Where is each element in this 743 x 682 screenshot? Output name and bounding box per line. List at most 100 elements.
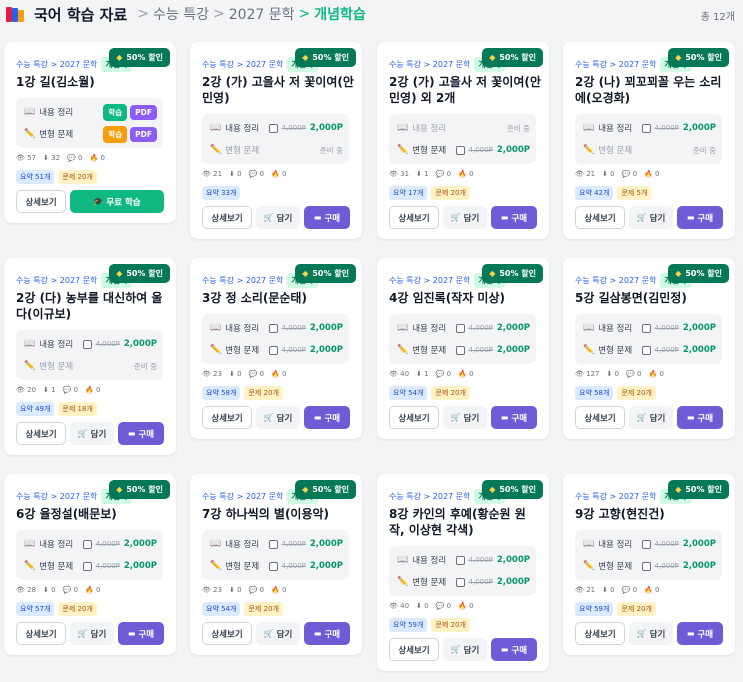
card-title[interactable]: 2강 (나) 꾀꼬꾀꼴 우는 소리에(오경화) xyxy=(575,74,727,106)
summary-option[interactable]: 📖 내용 정리 4,000P 2,000P xyxy=(575,118,722,138)
material-card[interactable]: 수능 특강 > 2027 문학개념학◆50% 할인1강 길(김소월)📖내용 정리… xyxy=(4,42,176,223)
summary-checkbox[interactable] xyxy=(455,555,465,565)
buy-button[interactable]: ▬ 구매 xyxy=(118,422,164,445)
card-title[interactable]: 3강 정 소리(문순태) xyxy=(202,290,354,306)
add-to-cart-button[interactable]: 🛒 담기 xyxy=(629,622,673,645)
add-to-cart-button[interactable]: 🛒 담기 xyxy=(443,406,487,429)
summary-checkbox[interactable] xyxy=(641,123,651,133)
buy-button[interactable]: ▬ 구매 xyxy=(304,406,350,429)
material-card[interactable]: 수능 특강 > 2027 문학개념학◆50% 할인8강 카인의 후예(황순원 원… xyxy=(377,474,549,671)
card-title[interactable]: 1강 길(김소월) xyxy=(16,74,168,90)
variant-checkbox[interactable] xyxy=(82,561,92,571)
summary-checkbox[interactable] xyxy=(82,339,92,349)
detail-button[interactable]: 상세보기 xyxy=(202,206,252,229)
card-title[interactable]: 9강 고향(현진건) xyxy=(575,506,727,522)
variant-option[interactable]: ✏️ 변형 문제 준비 중 xyxy=(202,140,349,160)
card-title[interactable]: 2강 (가) 고을사 저 꽃이여(안민영) xyxy=(202,74,354,106)
variant-checkbox[interactable] xyxy=(455,145,465,155)
variant-option[interactable]: ✏️ 변형 문제 준비 중 xyxy=(16,356,163,376)
summary-option[interactable]: 📖 내용 정리 4,000P 2,000P xyxy=(575,318,722,338)
card-title[interactable]: 2강 (가) 고을사 저 꽃이여(안민영) 외 2개 xyxy=(389,74,541,106)
breadcrumb-literature[interactable]: 2027 문학 xyxy=(229,4,295,24)
variant-checkbox[interactable] xyxy=(455,345,465,355)
summary-option[interactable]: 📖 내용 정리 4,000P 2,000P xyxy=(389,318,536,338)
card-title[interactable]: 7강 하나씩의 별(이용악) xyxy=(202,506,354,522)
summary-option[interactable]: 📖 내용 정리 4,000P 2,000P xyxy=(389,550,536,570)
summary-option[interactable]: 📖 내용 정리 4,000P 2,000P xyxy=(202,318,349,338)
learn-pill[interactable]: 학습 xyxy=(103,103,128,121)
detail-button[interactable]: 상세보기 xyxy=(16,422,66,445)
summary-option[interactable]: 📖 내용 정리 4,000P 2,000P xyxy=(202,534,349,554)
material-card[interactable]: 수능 특강 > 2027 문학개념학◆50% 할인5강 길삼봉면(김민정)📖내용… xyxy=(563,258,735,439)
detail-button[interactable]: 상세보기 xyxy=(575,406,625,429)
summary-checkbox[interactable] xyxy=(268,323,278,333)
summary-checkbox[interactable] xyxy=(268,539,278,549)
material-card[interactable]: 수능 특강 > 2027 문학개념학◆50% 할인7강 하나씩의 별(이용악)📖… xyxy=(190,474,362,655)
add-to-cart-button[interactable]: 🛒 담기 xyxy=(629,406,673,429)
variant-option[interactable]: ✏️ 변형 문제 4,000P 2,000P xyxy=(575,556,722,576)
add-to-cart-button[interactable]: 🛒 담기 xyxy=(70,622,114,645)
summary-checkbox[interactable] xyxy=(641,539,651,549)
buy-button[interactable]: ▬ 구매 xyxy=(677,622,723,645)
variant-checkbox[interactable] xyxy=(268,561,278,571)
buy-button[interactable]: ▬ 구매 xyxy=(118,622,164,645)
card-title[interactable]: 2강 (다) 농부를 대신하여 울다(이규보) xyxy=(16,290,168,322)
learn-pill[interactable]: 학습 xyxy=(103,125,128,143)
variant-checkbox[interactable] xyxy=(455,577,465,587)
variant-checkbox[interactable] xyxy=(641,345,651,355)
detail-button[interactable]: 상세보기 xyxy=(389,406,439,429)
buy-button[interactable]: ▬ 구매 xyxy=(491,638,537,661)
variant-checkbox[interactable] xyxy=(641,561,651,571)
add-to-cart-button[interactable]: 🛒 담기 xyxy=(70,422,114,445)
buy-button[interactable]: ▬ 구매 xyxy=(304,206,350,229)
add-to-cart-button[interactable]: 🛒 담기 xyxy=(256,206,300,229)
detail-button[interactable]: 상세보기 xyxy=(16,622,66,645)
add-to-cart-button[interactable]: 🛒 담기 xyxy=(256,622,300,645)
card-title[interactable]: 5강 길삼봉면(김민정) xyxy=(575,290,727,306)
pdf-pill[interactable]: PDF xyxy=(130,126,157,142)
detail-button[interactable]: 상세보기 xyxy=(16,190,66,213)
card-title[interactable]: 8강 카인의 후예(황순원 원작, 이상현 각색) xyxy=(389,506,541,538)
detail-button[interactable]: 상세보기 xyxy=(575,206,625,229)
material-card[interactable]: 수능 특강 > 2027 문학개념학◆50% 할인9강 고향(현진건)📖내용 정… xyxy=(563,474,735,655)
buy-button[interactable]: ▬ 구매 xyxy=(491,206,537,229)
summary-option[interactable]: 📖 내용 정리 4,000P 2,000P xyxy=(202,118,349,138)
buy-button[interactable]: ▬ 구매 xyxy=(677,406,723,429)
variant-option[interactable]: ✏️ 변형 문제 4,000P 2,000P xyxy=(389,140,536,160)
variant-option[interactable]: ✏️ 변형 문제 4,000P 2,000P xyxy=(389,340,536,360)
detail-button[interactable]: 상세보기 xyxy=(389,206,439,229)
variant-option[interactable]: ✏️ 변형 문제 4,000P 2,000P xyxy=(389,572,536,592)
buy-button[interactable]: ▬ 구매 xyxy=(677,206,723,229)
detail-button[interactable]: 상세보기 xyxy=(389,638,439,661)
variant-option[interactable]: ✏️ 변형 문제 4,000P 2,000P xyxy=(575,340,722,360)
breadcrumb-suneung[interactable]: 수능 특강 xyxy=(153,4,209,24)
summary-checkbox[interactable] xyxy=(641,323,651,333)
variant-option[interactable]: ✏️ 변형 문제 4,000P 2,000P xyxy=(202,340,349,360)
summary-option[interactable]: 📖 내용 정리 4,000P 2,000P xyxy=(16,334,163,354)
detail-button[interactable]: 상세보기 xyxy=(202,406,252,429)
add-to-cart-button[interactable]: 🛒 담기 xyxy=(629,206,673,229)
variant-option[interactable]: ✏️ 변형 문제 준비 중 xyxy=(575,140,722,160)
summary-option[interactable]: 📖 내용 정리 준비 중 xyxy=(389,118,536,138)
detail-button[interactable]: 상세보기 xyxy=(575,622,625,645)
add-to-cart-button[interactable]: 🛒 담기 xyxy=(256,406,300,429)
buy-button[interactable]: ▬ 구매 xyxy=(491,406,537,429)
material-card[interactable]: 수능 특강 > 2027 문학개념학◆50% 할인3강 정 소리(문순태)📖내용… xyxy=(190,258,362,439)
summary-option[interactable]: 📖 내용 정리 4,000P 2,000P xyxy=(575,534,722,554)
add-to-cart-button[interactable]: 🛒 담기 xyxy=(443,206,487,229)
material-card[interactable]: 수능 특강 > 2027 문학개념학◆50% 할인6강 율정설(배문보)📖내용 … xyxy=(4,474,176,655)
free-learn-button[interactable]: 🎓 무료 학습 xyxy=(70,190,164,213)
card-title[interactable]: 4강 임진록(작자 미상) xyxy=(389,290,541,306)
add-to-cart-button[interactable]: 🛒 담기 xyxy=(443,638,487,661)
variant-checkbox[interactable] xyxy=(268,345,278,355)
variant-option[interactable]: ✏️ 변형 문제 4,000P 2,000P xyxy=(202,556,349,576)
buy-button[interactable]: ▬ 구매 xyxy=(304,622,350,645)
summary-checkbox[interactable] xyxy=(268,123,278,133)
detail-button[interactable]: 상세보기 xyxy=(202,622,252,645)
material-card[interactable]: 수능 특강 > 2027 문학개념학◆50% 할인4강 임진록(작자 미상)📖내… xyxy=(377,258,549,439)
material-card[interactable]: 수능 특강 > 2027 문학개념학◆50% 할인2강 (나) 꾀꼬꾀꼴 우는 … xyxy=(563,42,735,239)
summary-option[interactable]: 📖 내용 정리 학습 PDF xyxy=(16,102,163,122)
variant-option[interactable]: ✏️ 변형 문제 학습 PDF xyxy=(16,124,163,144)
summary-checkbox[interactable] xyxy=(455,323,465,333)
material-card[interactable]: 수능 특강 > 2027 문학개념학◆50% 할인2강 (가) 고을사 저 꽃이… xyxy=(190,42,362,239)
